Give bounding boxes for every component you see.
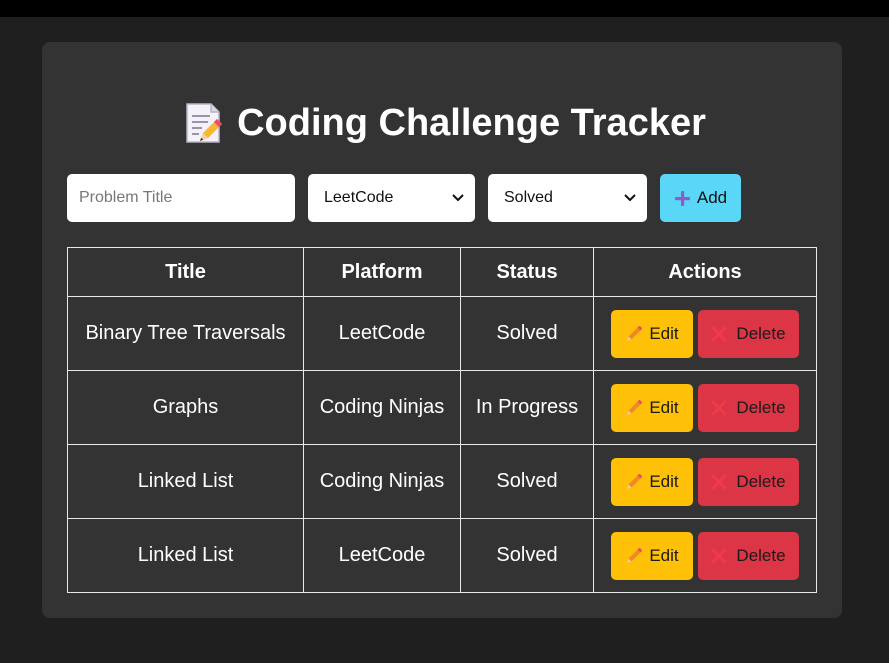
row-title: Binary Tree Traversals: [67, 296, 304, 371]
delete-button[interactable]: Delete: [698, 383, 799, 432]
row-platform: LeetCode: [303, 518, 461, 593]
table-header-row: Title Platform Status Actions: [67, 247, 817, 297]
edit-button[interactable]: Edit: [611, 383, 693, 432]
header-title: Title: [67, 247, 304, 297]
row-status: Solved: [460, 518, 594, 593]
row-actions: Edit Delete: [593, 296, 817, 371]
delete-button-label: Delete: [736, 323, 786, 343]
pencil-icon: [627, 325, 643, 341]
cross-icon: [711, 548, 727, 563]
cross-icon: [711, 474, 727, 489]
row-actions: Edit Delete: [593, 518, 817, 593]
status-select-value: Solved: [504, 189, 553, 206]
row-status: Solved: [460, 296, 594, 371]
row-platform: Coding Ninjas: [303, 370, 461, 445]
row-title: Linked List: [67, 518, 304, 593]
row-status: Solved: [460, 444, 594, 519]
row-title: Graphs: [67, 370, 304, 445]
delete-button[interactable]: Delete: [698, 309, 799, 358]
delete-button[interactable]: Delete: [698, 531, 799, 580]
pencil-icon: [627, 547, 643, 563]
delete-button-label: Delete: [736, 545, 786, 565]
cross-icon: [711, 400, 727, 415]
row-actions: Edit Delete: [593, 444, 817, 519]
table-row: Graphs Coding Ninjas In Progress Edit De…: [67, 370, 817, 445]
add-button[interactable]: Add: [660, 174, 741, 222]
delete-button[interactable]: Delete: [698, 457, 799, 506]
top-bar: [0, 0, 889, 17]
row-title: Linked List: [67, 444, 304, 519]
add-button-label: Add: [696, 188, 728, 207]
row-platform: LeetCode: [303, 296, 461, 371]
chevron-down-icon: [624, 194, 636, 202]
problem-title-input[interactable]: [67, 174, 295, 222]
plus-icon: [674, 190, 690, 206]
table-row: Binary Tree Traversals LeetCode Solved E…: [67, 296, 817, 371]
pencil-icon: [627, 473, 643, 489]
table-row: Linked List Coding Ninjas Solved Edit De…: [67, 444, 817, 519]
edit-button[interactable]: Edit: [611, 457, 693, 506]
page-title-text: Coding Challenge Tracker: [237, 102, 706, 144]
memo-icon: [183, 101, 223, 145]
platform-select-value: LeetCode: [324, 189, 394, 206]
edit-button-label: Edit: [649, 323, 679, 343]
edit-button[interactable]: Edit: [611, 531, 693, 580]
delete-button-label: Delete: [736, 471, 786, 491]
platform-select[interactable]: LeetCode: [308, 174, 475, 222]
edit-button-label: Edit: [649, 397, 679, 417]
header-actions: Actions: [593, 247, 817, 297]
row-platform: Coding Ninjas: [303, 444, 461, 519]
row-status: In Progress: [460, 370, 594, 445]
challenges-table: Title Platform Status Actions Binary Tre…: [67, 247, 817, 593]
status-select[interactable]: Solved: [488, 174, 647, 222]
pencil-icon: [627, 399, 643, 415]
page-title: Coding Challenge Tracker: [0, 99, 889, 147]
edit-button-label: Edit: [649, 545, 679, 565]
edit-button-label: Edit: [649, 471, 679, 491]
chevron-down-icon: [452, 194, 464, 202]
edit-button[interactable]: Edit: [611, 309, 693, 358]
cross-icon: [711, 326, 727, 341]
delete-button-label: Delete: [736, 397, 786, 417]
table-row: Linked List LeetCode Solved Edit Delete: [67, 518, 817, 593]
row-actions: Edit Delete: [593, 370, 817, 445]
header-platform: Platform: [303, 247, 461, 297]
header-status: Status: [460, 247, 594, 297]
